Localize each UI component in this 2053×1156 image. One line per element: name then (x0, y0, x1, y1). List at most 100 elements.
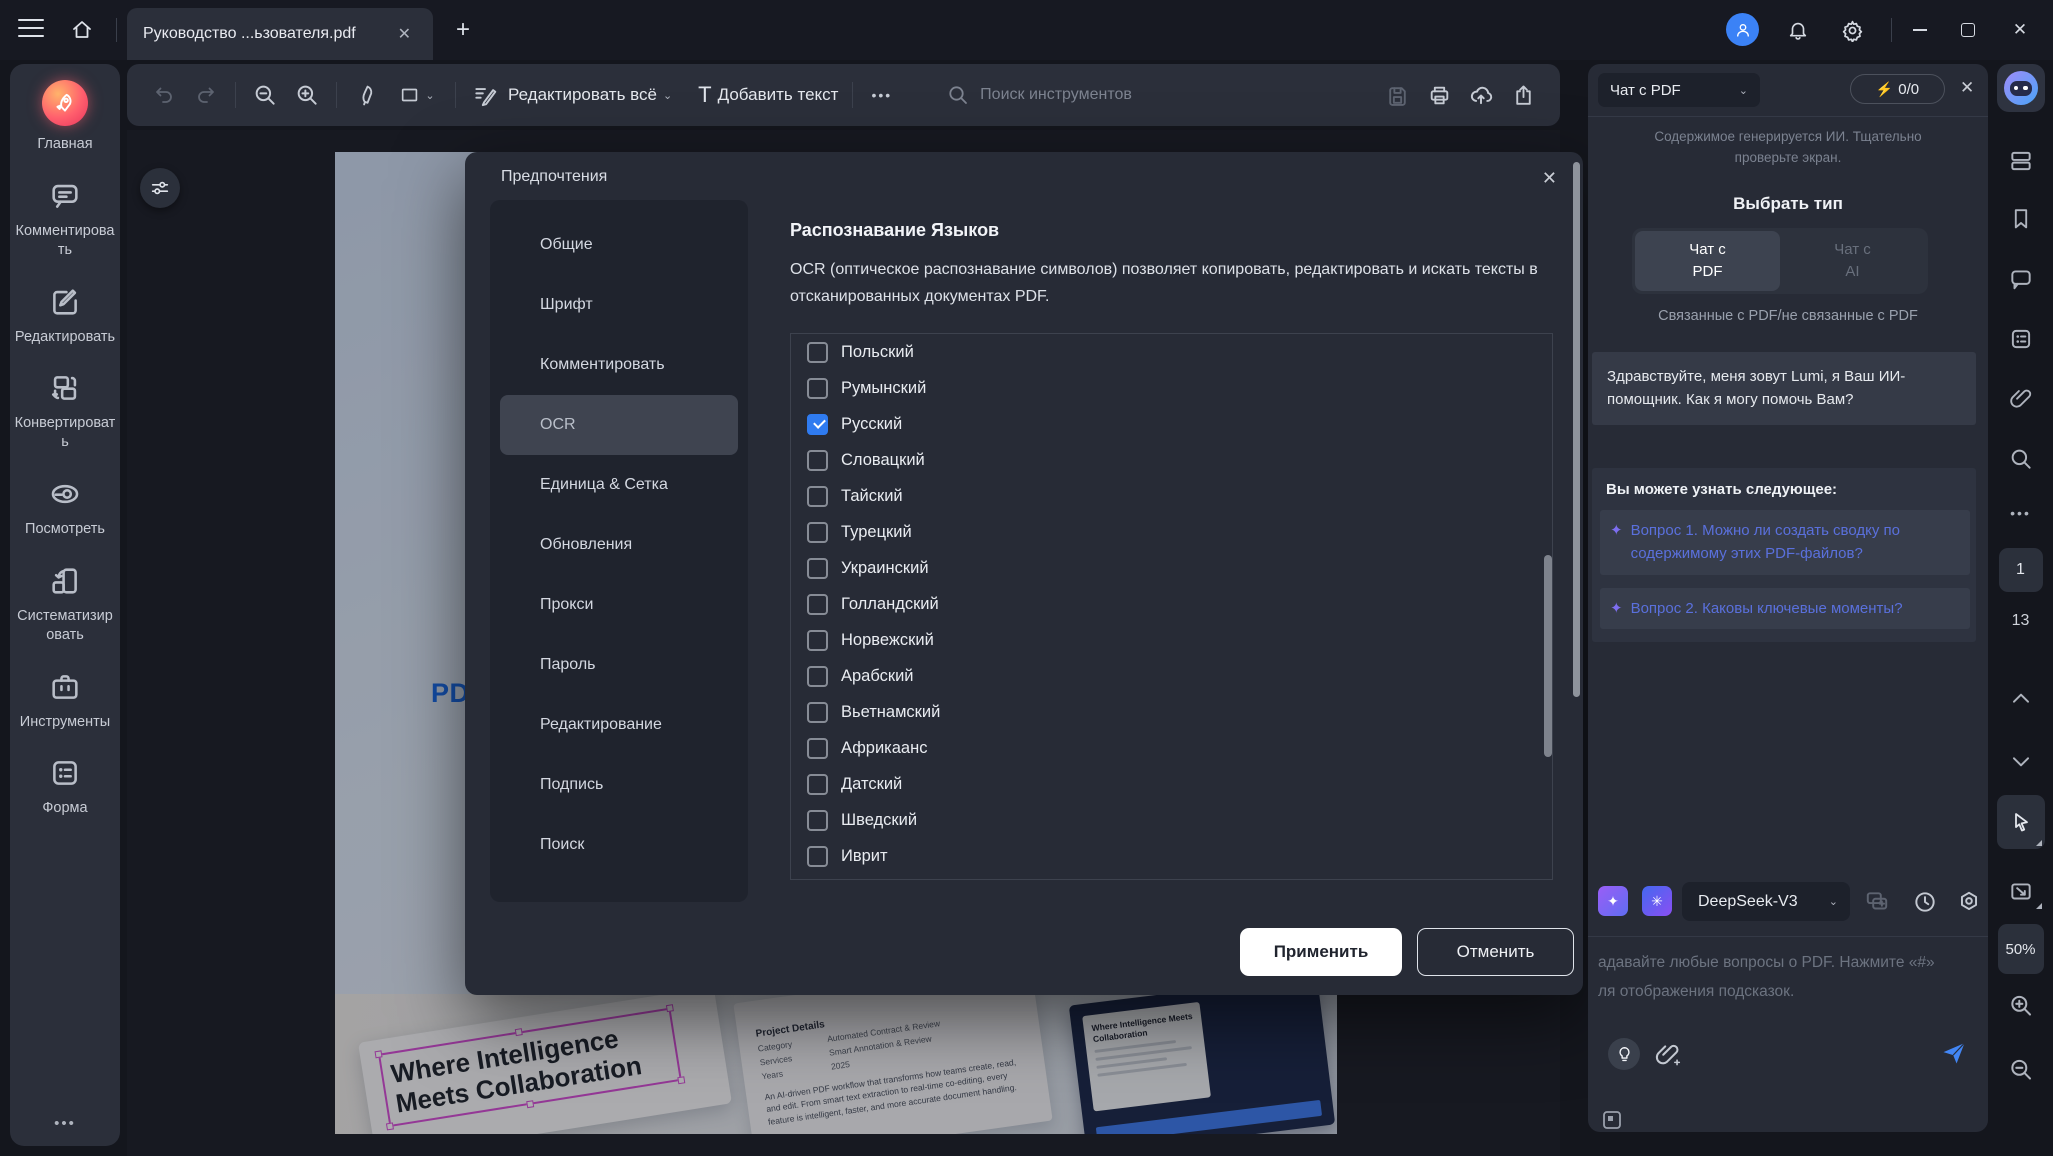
comments-panel-icon[interactable] (2008, 266, 2034, 292)
preferences-nav-item[interactable]: Комментировать (490, 335, 748, 395)
checkbox[interactable] (807, 737, 828, 759)
chat-close-icon[interactable]: ✕ (1956, 76, 1978, 100)
ai-assistant-button[interactable] (1996, 64, 2045, 112)
language-row[interactable]: Украинский (791, 550, 1552, 586)
new-tab-button[interactable]: + (448, 16, 478, 46)
undo-button[interactable] (147, 78, 181, 112)
sidebar-item-comment[interactable]: Комментировать (14, 179, 116, 260)
maximize-button[interactable] (1950, 14, 1986, 46)
nav-scrollbar[interactable] (1573, 162, 1580, 697)
page-panels-icon[interactable] (2008, 148, 2034, 174)
tab-close-icon[interactable]: ✕ (392, 22, 417, 46)
language-row[interactable]: Голландский (791, 586, 1552, 622)
checkbox[interactable] (807, 665, 828, 687)
language-row[interactable]: Словацкий (791, 442, 1552, 478)
language-row[interactable]: Иврит (791, 838, 1552, 874)
settings-button[interactable] (1834, 14, 1870, 46)
sidebar-item-tools[interactable]: Инструменты (14, 670, 116, 732)
chat-settings-icon[interactable] (1956, 889, 1982, 915)
send-button[interactable] (1940, 1039, 1968, 1067)
sidebar-more-button[interactable]: ••• (54, 1115, 76, 1132)
preferences-nav-item[interactable]: Пароль (490, 635, 748, 695)
document-tab[interactable]: Руководство ...ьзователя.pdf ✕ (127, 8, 433, 60)
deepseek-app-icon[interactable]: ✳ (1642, 886, 1672, 916)
sidebar-item-organize[interactable]: Систематизировать (14, 564, 116, 645)
redo-button[interactable] (189, 78, 223, 112)
current-page-box[interactable]: 1 (1998, 548, 2043, 592)
minimize-button[interactable] (1902, 14, 1938, 46)
language-row[interactable]: Тайский (791, 478, 1552, 514)
share-button[interactable] (1506, 78, 1540, 112)
checkbox[interactable] (807, 449, 828, 471)
hamburger-menu-icon[interactable] (18, 19, 44, 41)
add-text-label[interactable]: Добавить текст (718, 85, 839, 105)
language-list-scrollbar[interactable] (1544, 555, 1552, 757)
attach-file-button[interactable] (1654, 1041, 1681, 1068)
checkbox[interactable] (807, 485, 828, 507)
language-row[interactable]: Вьетнамский (791, 694, 1552, 730)
sidebar-item-form[interactable]: Форма (14, 756, 116, 818)
preferences-nav-item[interactable]: OCR (500, 395, 738, 455)
preferences-nav-item[interactable]: Прокси (490, 575, 748, 635)
attachments-panel-icon[interactable] (2008, 386, 2033, 411)
checkbox[interactable] (807, 341, 828, 363)
language-row[interactable]: Шведский (791, 802, 1552, 838)
checkbox[interactable] (807, 773, 828, 795)
edit-all-label[interactable]: Редактировать всё (508, 85, 657, 105)
home-button[interactable] (64, 13, 100, 47)
checkbox[interactable] (807, 521, 828, 543)
new-chat-icon[interactable] (1864, 889, 1890, 915)
preferences-nav-item[interactable]: Поиск (490, 815, 748, 875)
checkbox[interactable] (807, 629, 828, 651)
checkbox[interactable] (807, 809, 828, 831)
notifications-button[interactable] (1780, 14, 1816, 46)
suggestion-question-1[interactable]: ✦ Вопрос 1. Можно ли создать сводку по с… (1600, 510, 1970, 575)
checkbox[interactable] (807, 701, 828, 723)
language-row[interactable]: Арабский (791, 658, 1552, 694)
save-button[interactable] (1380, 78, 1414, 112)
checkbox[interactable] (807, 413, 828, 435)
language-row[interactable]: Румынский (791, 370, 1552, 406)
tab-chat-with-ai[interactable]: Чат с AI (1780, 231, 1925, 291)
next-page-icon[interactable] (2008, 748, 2034, 774)
view-settings-fab[interactable] (140, 168, 180, 208)
edit-all-icon[interactable] (468, 78, 502, 112)
zoom-level-box[interactable]: 50% (1997, 924, 2044, 974)
zoom-in-button[interactable] (290, 78, 324, 112)
hints-button[interactable] (1608, 1038, 1640, 1070)
zoom-out-strip-button[interactable] (2007, 1056, 2034, 1083)
language-row[interactable]: Турецкий (791, 514, 1552, 550)
preferences-nav-item[interactable]: Обновления (490, 515, 748, 575)
toolbar-more-button[interactable]: ••• (871, 87, 892, 103)
search-panel-icon[interactable] (2008, 446, 2034, 472)
language-row[interactable]: Африкаанс (791, 730, 1552, 766)
language-row[interactable]: Датский (791, 766, 1552, 802)
tool-search[interactable]: Поиск инструментов (946, 83, 1132, 107)
bookmark-icon[interactable] (2008, 206, 2033, 231)
preferences-nav-item[interactable]: Редактирование (490, 695, 748, 755)
cancel-button[interactable]: Отменить (1417, 928, 1574, 976)
shape-tool-button[interactable]: ⌄ (391, 78, 443, 112)
chat-input[interactable]: адавайте любые вопросы о PDF. Нажмите «#… (1598, 948, 1978, 1007)
preferences-nav-item[interactable]: Общие (490, 215, 748, 275)
sidebar-item-edit[interactable]: Редактировать (14, 285, 116, 347)
fields-panel-icon[interactable] (2008, 326, 2034, 352)
zoom-out-button[interactable] (248, 78, 282, 112)
text-tool-icon[interactable]: T (698, 82, 711, 108)
suggestion-question-2[interactable]: ✦ Вопрос 2. Каковы ключевые моменты? (1600, 588, 1970, 630)
checkbox[interactable] (807, 593, 828, 615)
lumi-app-icon[interactable]: ✦ (1598, 886, 1628, 916)
preferences-nav-item[interactable]: Единица & Сетка (490, 455, 748, 515)
cloud-upload-button[interactable] (1464, 78, 1498, 112)
checkbox[interactable] (807, 377, 828, 399)
history-icon[interactable] (1912, 889, 1938, 915)
dialog-close-icon[interactable]: ✕ (1538, 164, 1561, 193)
preferences-nav-item[interactable]: Шрифт (490, 275, 748, 335)
apply-button[interactable]: Применить (1240, 928, 1402, 976)
sidebar-item-convert[interactable]: Конвертировать (14, 371, 116, 452)
language-row[interactable]: Польский (791, 334, 1552, 370)
checkbox[interactable] (807, 845, 828, 867)
fit-page-button[interactable] (1997, 872, 2045, 912)
model-select[interactable]: DeepSeek-V3 ⌄ (1682, 882, 1850, 921)
zoom-in-strip-button[interactable] (2007, 992, 2034, 1019)
